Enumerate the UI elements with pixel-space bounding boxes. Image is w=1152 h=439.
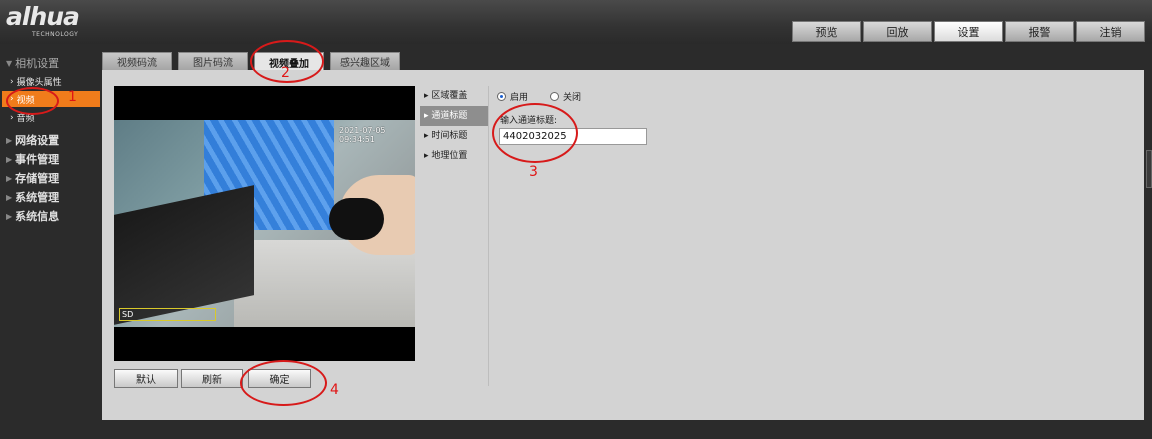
annotation-circle-4 bbox=[240, 360, 327, 406]
menu-divider bbox=[488, 86, 489, 386]
sidebar-group-label: 系统管理 bbox=[15, 191, 60, 204]
menu-item-geo-location[interactable]: ▸ 地理位置 bbox=[420, 146, 488, 166]
annotation-number-4: 4 bbox=[330, 382, 339, 398]
annotation-number-1: 1 bbox=[68, 89, 77, 105]
sidebar-group-events[interactable]: ▶ 事件管理 bbox=[6, 151, 59, 167]
annotation-number-3: 3 bbox=[529, 164, 538, 180]
sidebar-group-label: 网络设置 bbox=[15, 134, 60, 147]
top-tab-playback[interactable]: 回放 bbox=[863, 21, 932, 42]
sidebar-group-system[interactable]: ▶ 系统管理 bbox=[6, 189, 59, 205]
refresh-button[interactable]: 刷新 bbox=[181, 369, 243, 388]
menu-item-privacy-mask[interactable]: ▸ 区域覆盖 bbox=[420, 86, 488, 106]
osd-time-overlay[interactable]: 2021-07-05 09:34:51 bbox=[339, 126, 415, 144]
camera-scene-mouse bbox=[329, 198, 384, 240]
brand-tagline: TECHNOLOGY bbox=[32, 31, 79, 38]
sidebar-group-storage[interactable]: ▶ 存储管理 bbox=[6, 170, 59, 186]
chevron-right-icon: › bbox=[10, 112, 14, 123]
expand-arrow-icon: ▶ bbox=[6, 173, 13, 183]
disable-radio[interactable] bbox=[550, 92, 560, 101]
scrollbar[interactable] bbox=[1146, 150, 1152, 188]
chevron-right-icon: › bbox=[10, 76, 14, 87]
menu-item-label: 地理位置 bbox=[431, 151, 468, 161]
sidebar-item-camera-properties[interactable]: › 摄像头属性 bbox=[10, 75, 62, 89]
overlay-menu: ▸ 区域覆盖 ▸ 通道标题 ▸ 时间标题 ▸ 地理位置 bbox=[420, 86, 488, 166]
menu-item-label: 区域覆盖 bbox=[431, 91, 468, 101]
camera-image: 2021-07-05 09:34:51 SD bbox=[114, 120, 415, 327]
sidebar-group-label: 系统信息 bbox=[15, 210, 60, 223]
sidebar-group-camera[interactable]: ▼ 相机设置 bbox=[6, 55, 59, 71]
top-tab-settings[interactable]: 设置 bbox=[934, 21, 1003, 42]
sidebar-group-label: 事件管理 bbox=[15, 153, 60, 166]
annotation-circle-3 bbox=[492, 103, 578, 163]
default-button[interactable]: 默认 bbox=[114, 369, 178, 388]
expand-arrow-icon: ▶ bbox=[6, 154, 13, 164]
annotation-number-2: 2 bbox=[281, 65, 290, 81]
video-preview: 2021-07-05 09:34:51 SD bbox=[114, 86, 415, 361]
disable-radio-label: 关闭 bbox=[563, 93, 582, 103]
menu-item-time-title[interactable]: ▸ 时间标题 bbox=[420, 126, 488, 146]
tab-roi[interactable]: 感兴趣区域 bbox=[330, 52, 400, 71]
camera-scene-keyboard bbox=[114, 185, 254, 325]
expand-arrow-icon: ▶ bbox=[6, 135, 13, 145]
enable-radio[interactable] bbox=[497, 92, 506, 101]
sidebar-group-info[interactable]: ▶ 系统信息 bbox=[6, 208, 59, 224]
sidebar-group-network[interactable]: ▶ 网络设置 bbox=[6, 132, 59, 148]
expand-arrow-icon: ▶ bbox=[6, 211, 13, 221]
menu-item-label: 通道标题 bbox=[431, 111, 468, 121]
brand-logo: alhua bbox=[6, 2, 80, 31]
tab-snapshot-stream[interactable]: 图片码流 bbox=[178, 52, 248, 71]
menu-item-label: 时间标题 bbox=[431, 131, 468, 141]
top-nav: 预览 回放 设置 报警 注销 bbox=[792, 21, 1145, 42]
collapse-arrow-icon: ▼ bbox=[6, 58, 13, 68]
tab-video-stream[interactable]: 视频码流 bbox=[102, 52, 172, 71]
sidebar-item-label: 摄像头属性 bbox=[16, 78, 62, 88]
annotation-circle-1 bbox=[6, 87, 59, 115]
osd-channel-title-box[interactable]: SD bbox=[119, 308, 216, 321]
menu-item-channel-title[interactable]: ▸ 通道标题 bbox=[420, 106, 488, 126]
enable-radio-group: 启用 关闭 bbox=[497, 90, 581, 103]
top-tab-alarm[interactable]: 报警 bbox=[1005, 21, 1074, 42]
top-tab-logout[interactable]: 注销 bbox=[1076, 21, 1145, 42]
enable-radio-label: 启用 bbox=[510, 93, 529, 103]
top-bar: alhua TECHNOLOGY 预览 回放 设置 报警 注销 bbox=[0, 0, 1152, 44]
expand-arrow-icon: ▶ bbox=[6, 192, 13, 202]
top-tab-preview[interactable]: 预览 bbox=[792, 21, 861, 42]
sidebar-group-label: 存储管理 bbox=[15, 172, 60, 185]
sidebar-group-label: 相机设置 bbox=[15, 57, 60, 70]
